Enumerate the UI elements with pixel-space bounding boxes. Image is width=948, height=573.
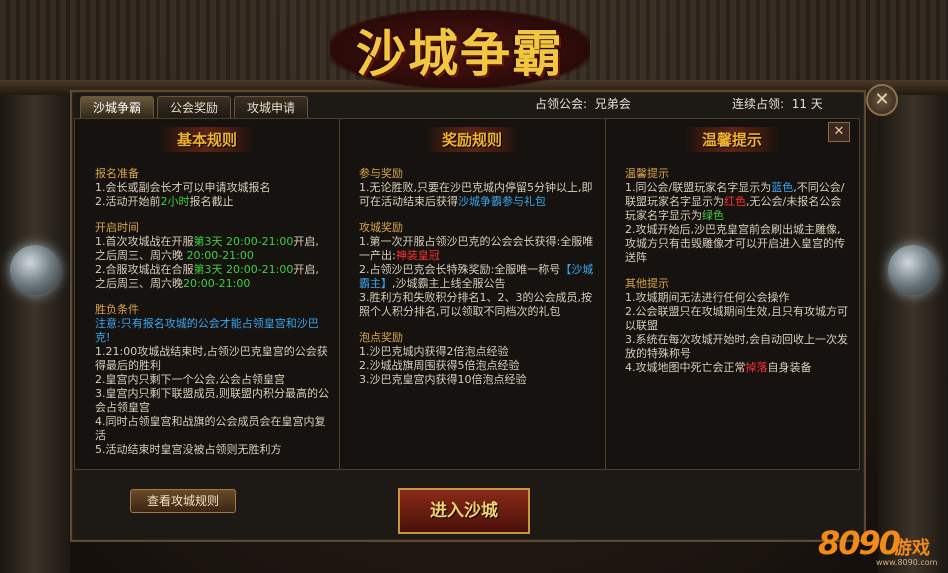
close-panel-button[interactable]: ✕ (828, 122, 850, 142)
section-title: 胜负条件 (95, 303, 139, 316)
rule-line: 2.公会联盟只在攻城期间生效,且只有攻城方可以联盟 (625, 305, 848, 332)
right-orb-icon (888, 245, 938, 295)
basic-rules-heading: 基本规则 (158, 127, 255, 152)
basic-rules-body: 报名准备 1.会长或副会长才可以申请攻城报名 2.活动开始前2小时报名截止 开启… (95, 167, 329, 457)
rule-line: 2.攻城开始后,沙巴克皇宫前会刷出城主雕像,攻城方只有击毁雕像才可以开启进入皇宫… (625, 223, 845, 264)
section-title: 其他提示 (625, 277, 669, 290)
occupy-days: 连续占领: 11 天 (732, 95, 823, 112)
rule-line: 1.21:00攻城战结束时,占领沙巴克皇宫的公会获得最后的胜利 (95, 345, 328, 372)
rule-note: 注意:只有报名攻城的公会才能占领皇宫和沙巴克! (95, 317, 319, 344)
left-pillar (0, 95, 70, 573)
logo-number: 8090 (818, 524, 901, 562)
logo-text: 游戏 (894, 538, 930, 559)
rule-line: 1.沙巴克城内获得2倍泡点经验 (359, 345, 509, 358)
section-title: 开启时间 (95, 221, 139, 234)
rule-line: 4.攻城地图中死亡会正常掉落自身装备 (625, 361, 812, 374)
rule-line: 1.同公会/联盟玩家名字显示为蓝色,不同公会/联盟玩家名字显示为红色,无公会/未… (625, 181, 845, 222)
rule-line: 4.同时占领皇宫和战旗的公会成员会在皇宫内复活 (95, 415, 326, 442)
tips-body: 温馨提示 1.同公会/联盟玩家名字显示为蓝色,不同公会/联盟玩家名字显示为红色,… (625, 167, 849, 375)
right-pillar (878, 95, 948, 573)
column-tips: 温馨提示 温馨提示 1.同公会/联盟玩家名字显示为蓝色,不同公会/联盟玩家名字显… (605, 119, 859, 469)
rule-line: 5.活动结束时皇宫没被占领则无胜利方 (95, 443, 282, 456)
occupy-guild: 占领公会: 兄弟会 (535, 95, 631, 112)
rule-line: 2.沙城战旗周围获得5倍泡点经验 (359, 359, 520, 372)
rule-line: 1.第一次开服占领沙巴克的公会会长获得:全服唯一产出:神装皇冠 (359, 235, 594, 262)
rule-line: 3.沙巴克皇宫内获得10倍泡点经验 (359, 373, 527, 386)
rule-line: 1.无论胜败,只要在沙巴克城内停留5分钟以上,即可在活动结束后获得沙城争霸参与礼… (359, 181, 593, 208)
rule-line: 1.攻城期间无法进行任何公会操作 (625, 291, 790, 304)
left-orb-icon (10, 245, 60, 295)
logo-url: www.8090.com (876, 558, 938, 567)
rule-line: 1.首次攻城战在开服第3天 20:00-21:00开启,之后周三、周六晚 20:… (95, 235, 319, 262)
site-logo: 8090 游戏 www.8090.com (818, 520, 943, 570)
section-title: 报名准备 (95, 167, 139, 180)
section-title: 温馨提示 (625, 167, 669, 180)
rule-line: 1.会长或副会长才可以申请攻城报名 (95, 181, 271, 194)
rule-line: 2.皇宫内只剩下一个公会,公会占领皇宫 (95, 373, 285, 386)
section-title: 攻城奖励 (359, 221, 403, 234)
column-reward-rules: 奖励规则 参与奖励 1.无论胜败,只要在沙巴克城内停留5分钟以上,即可在活动结束… (339, 119, 606, 469)
tips-heading: 温馨提示 (683, 127, 780, 152)
tab-sand-city[interactable]: 沙城争霸 (80, 96, 155, 119)
reward-rules-body: 参与奖励 1.无论胜败,只要在沙巴克城内停留5分钟以上,即可在活动结束后获得沙城… (359, 167, 595, 387)
rule-line: 3.胜利方和失败积分排名1、2、3的公会成员,按照个人积分排名,可以领取不同档次… (359, 291, 592, 318)
rule-line: 2.活动开始前2小时报名截止 (95, 195, 234, 208)
tab-bar: 沙城争霸 公会奖励 攻城申请 (80, 96, 309, 119)
occupy-guild-label: 占领公会: (535, 97, 588, 111)
rule-line: 2.合服攻城战在合服第3天 20:00-21:00开启,之后周三、周六晚20:0… (95, 263, 319, 290)
rules-content: 基本规则 报名准备 1.会长或副会长才可以申请攻城报名 2.活动开始前2小时报名… (74, 118, 860, 470)
tab-guild-reward[interactable]: 公会奖励 (157, 96, 232, 119)
section-title: 泡点奖励 (359, 331, 403, 344)
view-siege-rules-button[interactable]: 查看攻城规则 (130, 489, 236, 513)
close-window-button[interactable]: ✕ (866, 84, 898, 116)
occupy-days-value: 11 天 (791, 97, 823, 111)
tab-siege-apply[interactable]: 攻城申请 (234, 96, 309, 119)
rule-line: 2.占领沙巴克会长特殊奖励:全服唯一称号【沙城霸主】,沙城霸主上线全服公告 (359, 263, 594, 290)
section-title: 参与奖励 (359, 167, 403, 180)
page-title: 沙城争霸 (356, 24, 564, 83)
enter-sand-city-button[interactable]: 进入沙城 (398, 488, 530, 534)
occupy-days-label: 连续占领: (732, 97, 785, 111)
rule-line: 3.皇宫内只剩下联盟成员,则联盟内积分最高的公会占领皇宫 (95, 387, 329, 414)
reward-rules-heading: 奖励规则 (423, 127, 520, 152)
occupy-guild-value: 兄弟会 (594, 97, 631, 111)
rule-line: 3.系统在每次攻城开始时,会自动回收上一次发放的特殊称号 (625, 333, 848, 360)
column-basic-rules: 基本规则 报名准备 1.会长或副会长才可以申请攻城报名 2.活动开始前2小时报名… (75, 119, 340, 469)
